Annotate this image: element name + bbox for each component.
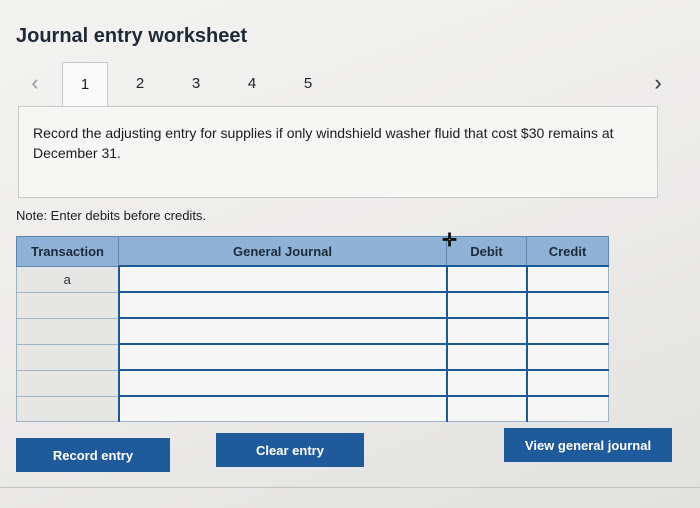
note-text: Note: Enter debits before credits. xyxy=(16,208,207,223)
tab-3[interactable]: 3 xyxy=(174,62,218,106)
debit-input[interactable] xyxy=(445,395,527,422)
tab-2[interactable]: 2 xyxy=(118,62,162,106)
table-row: a xyxy=(16,265,609,293)
question-text: Record the adjusting entry for supplies … xyxy=(33,125,614,161)
credit-input[interactable] xyxy=(525,317,609,345)
debit-input[interactable] xyxy=(445,265,527,293)
table-row xyxy=(16,369,609,397)
page-title: Journal entry worksheet xyxy=(16,25,248,47)
journal-table: Transaction General Journal Debit Credit… xyxy=(16,236,609,422)
move-cursor-icon: ✛ xyxy=(442,230,458,250)
journal-header-row: Transaction General Journal Debit Credit xyxy=(16,236,609,267)
debit-input[interactable] xyxy=(445,343,527,371)
table-row xyxy=(16,395,609,422)
header-transaction: Transaction xyxy=(16,236,119,267)
tab-bar: ‹ 1 2 3 4 5 › xyxy=(0,62,700,109)
general-journal-input[interactable] xyxy=(117,317,447,345)
clear-entry-button[interactable]: Clear entry xyxy=(216,433,364,467)
credit-input[interactable] xyxy=(525,395,609,422)
transaction-cell xyxy=(16,317,119,345)
question-box: Record the adjusting entry for supplies … xyxy=(18,106,658,198)
general-journal-input[interactable] xyxy=(117,369,447,397)
header-credit: Credit xyxy=(526,236,609,267)
tab-4[interactable]: 4 xyxy=(230,62,274,106)
transaction-cell: a xyxy=(16,265,119,293)
transaction-cell xyxy=(16,343,119,371)
general-journal-input[interactable] xyxy=(117,395,447,422)
transaction-cell xyxy=(16,395,119,422)
general-journal-input[interactable] xyxy=(117,343,447,371)
tab-1[interactable]: 1 xyxy=(62,62,108,109)
tab-5[interactable]: 5 xyxy=(286,62,330,106)
credit-input[interactable] xyxy=(525,265,609,293)
worksheet-page: Journal entry worksheet ‹ 1 2 3 4 5 › Re… xyxy=(0,0,700,508)
divider xyxy=(0,487,700,488)
debit-input[interactable] xyxy=(445,291,527,319)
credit-input[interactable] xyxy=(525,369,609,397)
debit-input[interactable] xyxy=(445,317,527,345)
chevron-left-icon[interactable]: ‹ xyxy=(22,70,48,96)
table-row xyxy=(16,343,609,371)
view-general-journal-button[interactable]: View general journal xyxy=(504,428,672,462)
table-row xyxy=(16,291,609,319)
header-general-journal: General Journal xyxy=(118,236,447,267)
credit-input[interactable] xyxy=(525,291,609,319)
record-entry-button[interactable]: Record entry xyxy=(16,438,170,472)
debit-input[interactable] xyxy=(445,369,527,397)
transaction-cell xyxy=(16,369,119,397)
transaction-cell xyxy=(16,291,119,319)
general-journal-input[interactable] xyxy=(117,291,447,319)
chevron-right-icon[interactable]: › xyxy=(645,70,671,96)
table-row xyxy=(16,317,609,345)
header-debit: Debit xyxy=(446,236,527,267)
general-journal-input[interactable] xyxy=(117,265,447,293)
credit-input[interactable] xyxy=(525,343,609,371)
